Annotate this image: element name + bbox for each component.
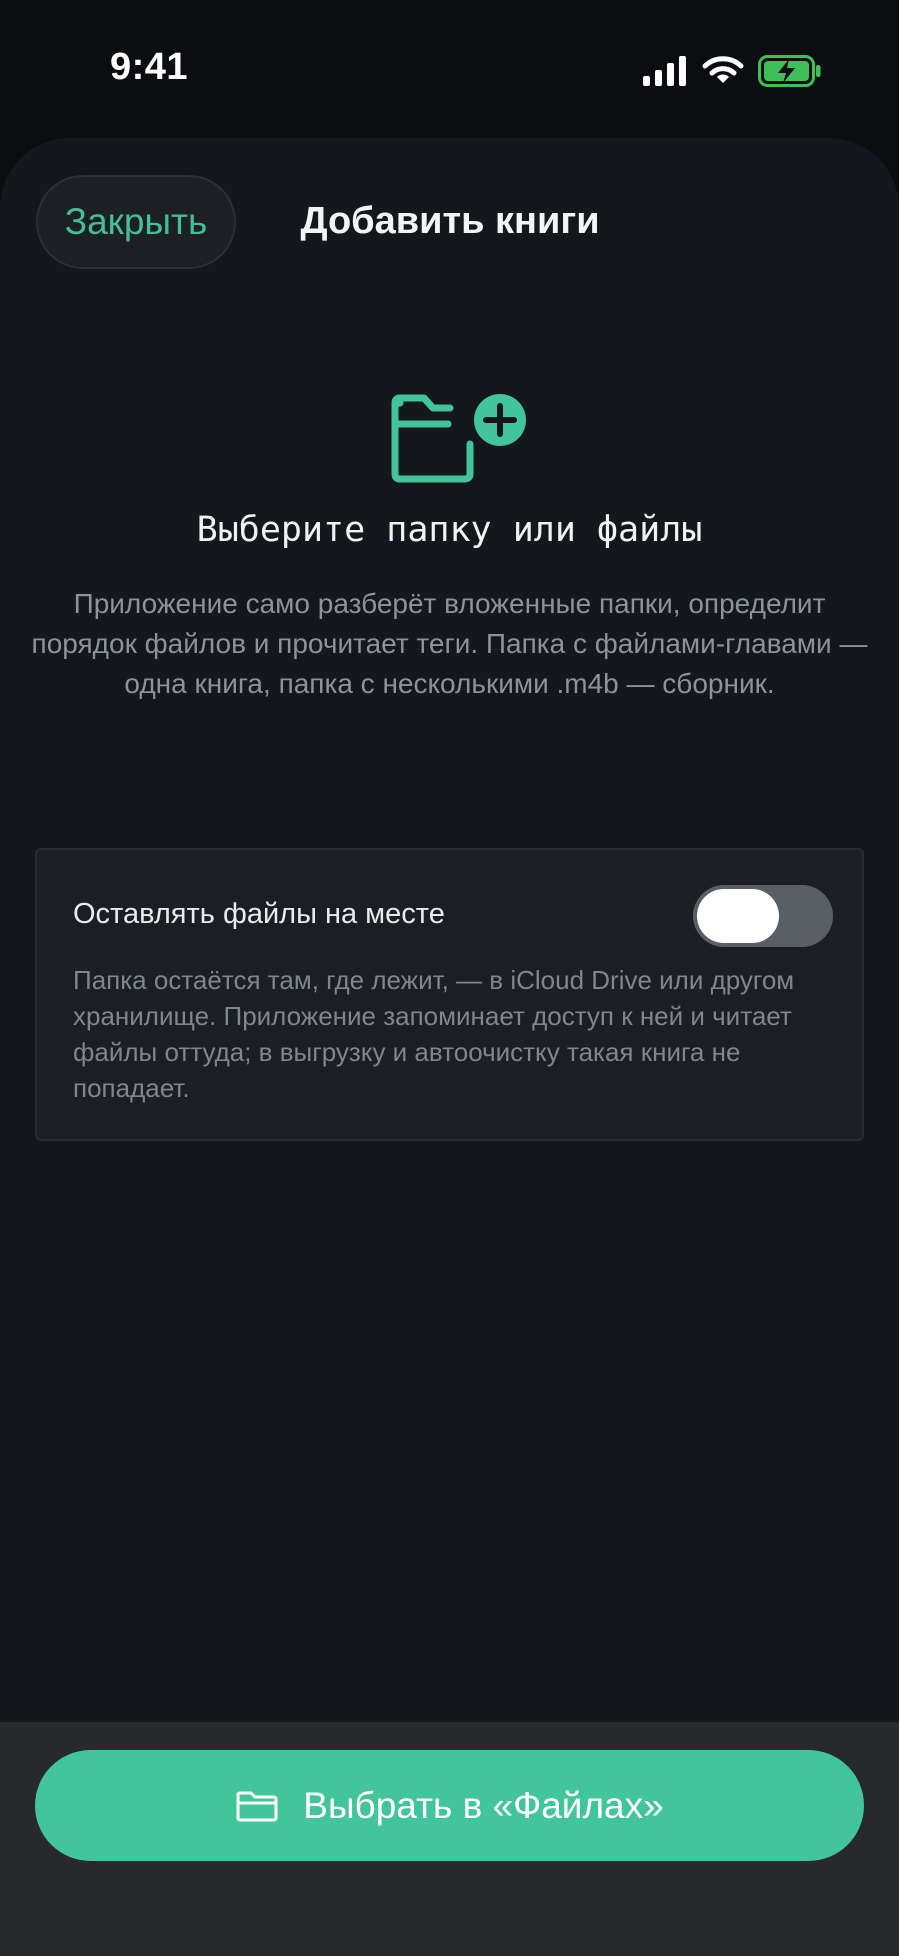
hero-title: Выберите папку или файлы	[196, 510, 703, 550]
cellular-signal-icon	[643, 56, 686, 86]
choose-in-files-button[interactable]: Выбрать в «Файлах»	[35, 1750, 864, 1861]
folder-icon	[235, 1789, 279, 1823]
status-bar: 9:41	[0, 0, 899, 140]
close-button[interactable]: Закрыть	[36, 175, 236, 269]
hero-description: Приложение само разберёт вложенные папки…	[31, 588, 868, 699]
toggle-knob	[697, 889, 779, 943]
keep-in-place-toggle[interactable]	[693, 885, 833, 947]
folder-plus-icon	[391, 394, 526, 483]
sheet-title: Добавить книги	[300, 200, 600, 242]
keep-in-place-card: Оставлять файлы на месте Папка остаётся …	[35, 848, 864, 1141]
add-books-sheet: Закрыть Добавить книги Выберите папку ил…	[0, 138, 899, 1956]
battery-charging-icon	[758, 55, 821, 87]
keep-in-place-label: Оставлять файлы на месте	[73, 898, 445, 930]
choose-in-files-label: Выбрать в «Файлах»	[303, 1784, 664, 1826]
keep-in-place-description: Папка остаётся там, где лежит, — в iClou…	[73, 965, 795, 1103]
status-time: 9:41	[110, 46, 189, 88]
wifi-icon	[702, 56, 744, 83]
